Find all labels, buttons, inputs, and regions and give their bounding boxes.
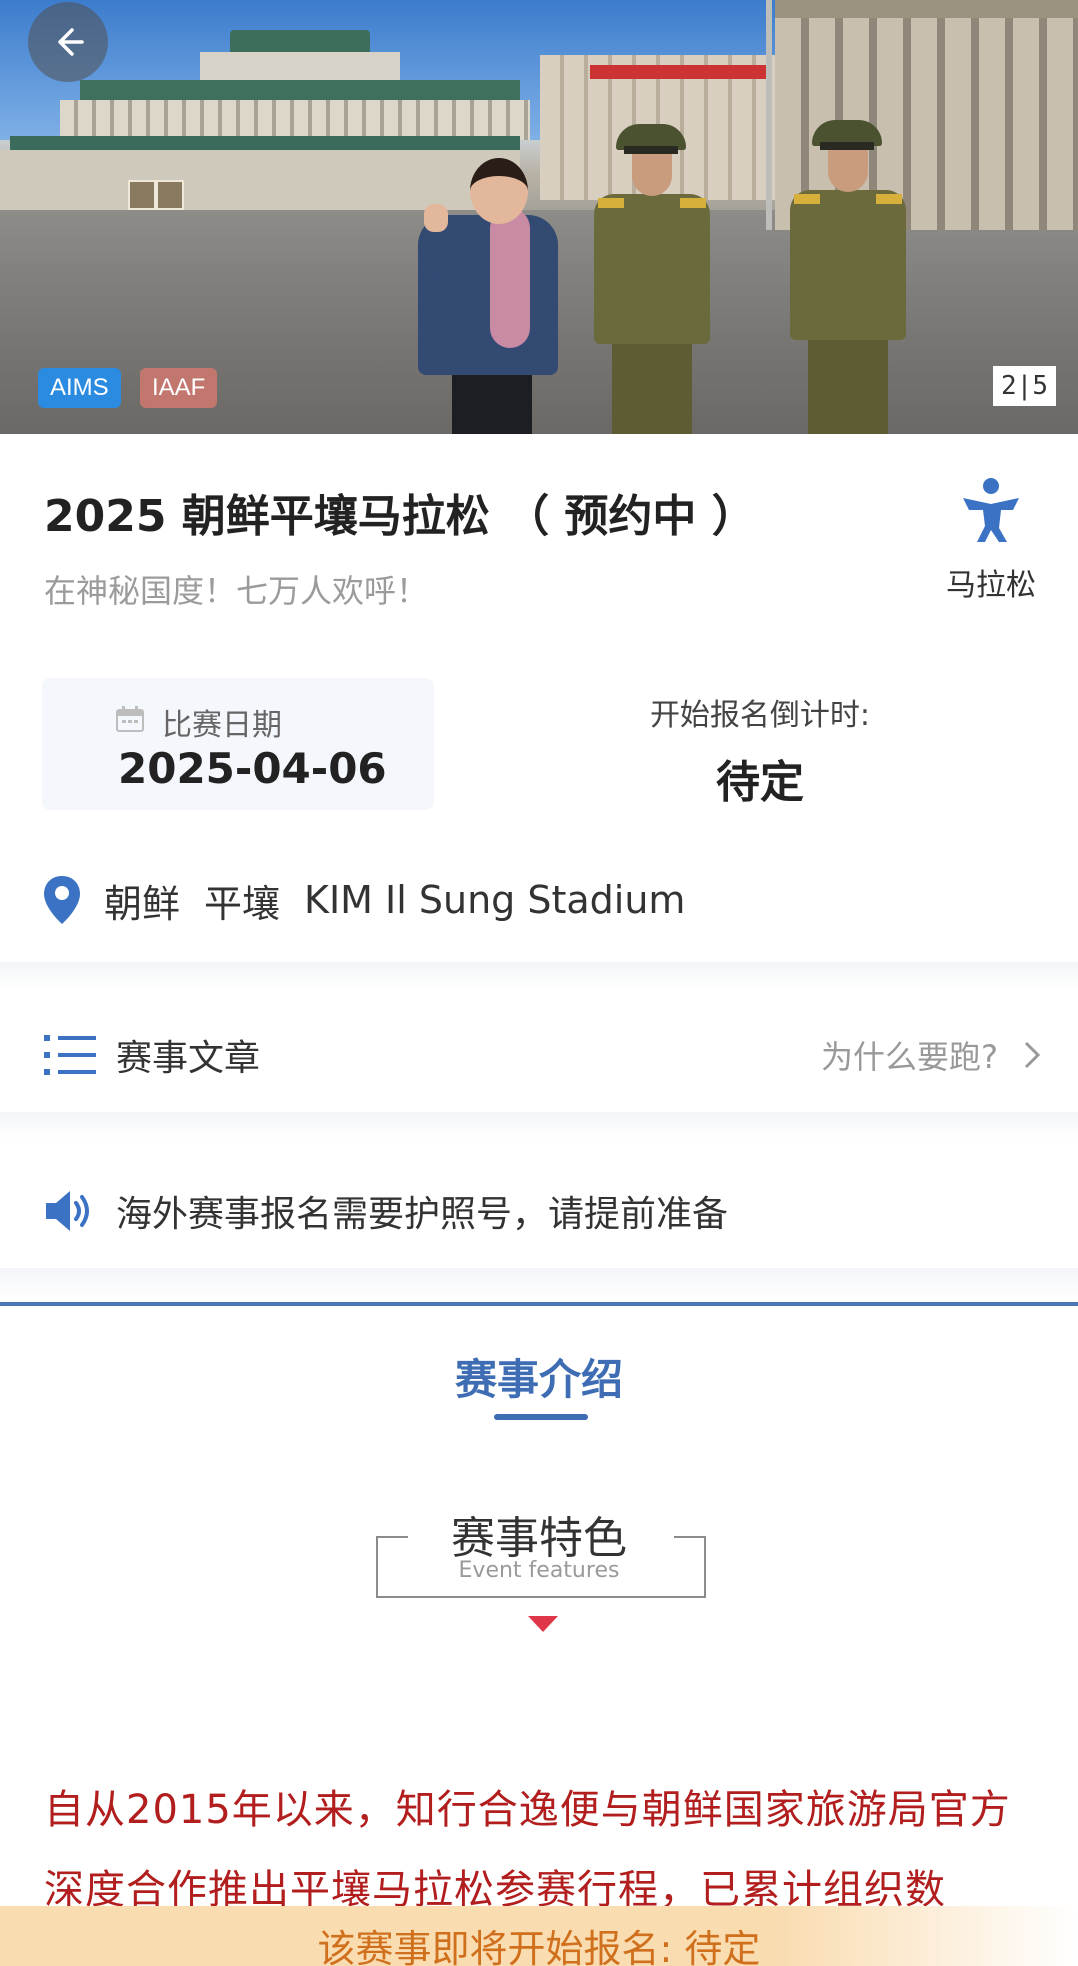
event-title: 2025 朝鲜平壤马拉松 （ 预约中 ） (44, 491, 756, 542)
event-subtitle: 在神秘国度！七万人欢呼！ (44, 572, 429, 610)
event-location[interactable]: 朝鲜 平壤 KIM Il Sung Stadium (42, 870, 709, 930)
race-date-card: 比赛日期 2025-04-06 (42, 678, 434, 810)
location-country: 朝鲜 (104, 881, 181, 926)
section-divider (0, 1112, 1078, 1140)
category-label: 马拉松 (946, 568, 1036, 603)
hero-image[interactable]: AIMS IAAF 2|5 (0, 0, 1078, 434)
feature-subtitle: Event features (458, 1558, 620, 1583)
race-date-value: 2025-04-06 (118, 744, 387, 793)
category-marathon[interactable]: 马拉松 (936, 476, 1046, 604)
hero-lamp-post (766, 0, 772, 230)
event-articles-row[interactable]: 赛事文章 为什么要跑? (0, 1000, 1078, 1110)
chevron-right-icon (1024, 1041, 1041, 1069)
location-city: 平壤 (204, 881, 281, 926)
location-pin-icon (44, 876, 80, 924)
feature-title: 赛事特色 (451, 1513, 627, 1564)
intro-top-border (0, 1302, 1078, 1306)
section-divider (0, 1268, 1078, 1302)
image-counter: 2|5 (993, 366, 1056, 406)
registration-status-bar[interactable]: 该赛事即将开始报名: 待定 (0, 1906, 1078, 1966)
race-date-label: 比赛日期 (162, 708, 282, 743)
list-icon (44, 1035, 96, 1075)
registration-countdown: 开始报名倒计时: 待定 (560, 690, 960, 810)
arrow-left-icon (58, 28, 84, 56)
runner-icon (963, 478, 1019, 542)
aims-badge: AIMS (38, 368, 121, 408)
calendar-icon (116, 706, 144, 732)
articles-label: 赛事文章 (116, 1038, 261, 1079)
section-divider (0, 962, 1078, 990)
articles-link[interactable]: 为什么要跑? (821, 1032, 998, 1078)
down-triangle-icon (528, 1616, 558, 1632)
countdown-value: 待定 (716, 757, 804, 808)
back-button[interactable] (28, 2, 108, 82)
passport-notice-text: 海外赛事报名需要护照号，请提前准备 (116, 1194, 729, 1235)
countdown-label: 开始报名倒计时: (649, 698, 871, 733)
status-bar-fade (778, 1906, 1078, 1966)
passport-notice-row: 海外赛事报名需要护照号，请提前准备 (0, 1156, 1078, 1266)
location-venue: KIM Il Sung Stadium (304, 878, 686, 922)
speaker-icon (46, 1191, 89, 1231)
tab-underline (494, 1414, 588, 1420)
iaaf-badge: IAAF (140, 368, 218, 408)
tab-event-intro[interactable]: 赛事介绍 (0, 1346, 1078, 1407)
